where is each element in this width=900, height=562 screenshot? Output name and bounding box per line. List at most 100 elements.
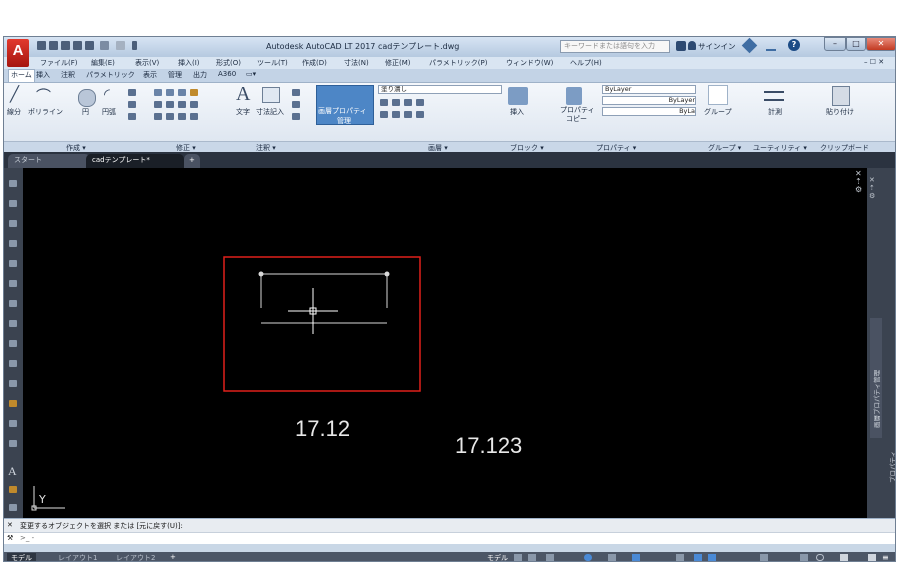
maximize-button[interactable]: □ <box>846 37 866 51</box>
tool-table-icon[interactable] <box>9 504 17 511</box>
tool-hatch-icon[interactable] <box>9 420 17 427</box>
color-dropdown[interactable]: ByLayer <box>602 85 696 94</box>
annotation-icon[interactable] <box>708 554 716 561</box>
status-menu-icon[interactable]: ≡ <box>882 553 889 561</box>
tool-point-icon[interactable] <box>9 400 17 407</box>
active-drawing-tab[interactable]: cadテンプレート* <box>86 154 184 168</box>
minimize-button[interactable]: – <box>824 37 846 51</box>
rectangle-icon[interactable] <box>128 89 136 96</box>
circle-tool-label[interactable]: 円 <box>82 107 89 117</box>
isodraft-icon[interactable] <box>608 554 616 561</box>
menu-edit[interactable]: 編集(E) <box>91 58 115 68</box>
model-tab[interactable]: モデル <box>7 553 36 561</box>
tab-insert[interactable]: 挿入 <box>34 70 52 80</box>
customize-icon[interactable] <box>868 554 876 561</box>
layer-isolate-icon[interactable] <box>392 99 400 106</box>
text-tool-label[interactable]: 文字 <box>236 107 250 117</box>
rotate-icon[interactable] <box>166 89 174 96</box>
help-icon[interactable]: ? <box>788 39 800 51</box>
tool-line-icon[interactable] <box>9 180 17 187</box>
menu-help[interactable]: ヘルプ(H) <box>570 58 602 68</box>
osnap-icon[interactable] <box>632 554 640 561</box>
dimension-grip-left[interactable] <box>258 271 264 277</box>
measure-tool-label[interactable]: 計測 <box>768 107 782 117</box>
lineweight-icon[interactable] <box>676 554 684 561</box>
tab-view[interactable]: 表示 <box>141 70 159 80</box>
palette-controls-icon[interactable]: ✕ ⇡ ⚙ <box>869 176 875 200</box>
menu-format[interactable]: 形式(O) <box>216 58 241 68</box>
close-button[interactable]: ✕ <box>866 37 895 51</box>
circle-icon[interactable] <box>78 89 96 107</box>
menu-parametric[interactable]: パラメトリック(P) <box>429 58 487 68</box>
dimension-grip-right[interactable] <box>384 271 390 277</box>
erase-icon[interactable] <box>190 89 198 96</box>
new-file-icon[interactable] <box>37 41 46 50</box>
binoculars-icon[interactable] <box>676 41 686 51</box>
lineweight-dropdown[interactable]: ByLa <box>602 107 696 116</box>
add-layout-button[interactable]: + <box>170 553 176 561</box>
tool-revcloud-icon[interactable] <box>9 320 17 327</box>
hatch-icon[interactable] <box>128 101 136 108</box>
offset-icon[interactable] <box>190 113 198 120</box>
selected-dimension-text[interactable]: 17.12 <box>295 416 350 442</box>
tab-home[interactable]: ホーム <box>8 69 35 82</box>
dimension-text[interactable]: 17.123 <box>455 433 522 459</box>
quick-access-dropdown-icon[interactable] <box>132 41 137 50</box>
tool-construction-icon[interactable] <box>9 200 17 207</box>
layout2-tab[interactable]: レイアウト2 <box>116 553 155 561</box>
match-properties-icon[interactable] <box>566 87 582 105</box>
stretch-icon[interactable] <box>154 113 162 120</box>
scale-icon[interactable] <box>166 113 174 120</box>
mirror-icon[interactable] <box>166 101 174 108</box>
menu-view[interactable]: 表示(V) <box>135 58 159 68</box>
layer-previous-icon[interactable] <box>392 111 400 118</box>
layer-palette-strip[interactable]: 画層プロパティ管理 <box>870 318 882 438</box>
tab-annotate[interactable]: 注釈 <box>59 70 77 80</box>
exchange-icon[interactable] <box>741 37 758 54</box>
clean-screen-icon[interactable] <box>816 554 824 561</box>
menu-draw[interactable]: 作成(D) <box>302 58 327 68</box>
tool-text-icon[interactable]: A <box>8 464 17 479</box>
tool-circle-icon[interactable] <box>9 300 17 307</box>
start-tab[interactable]: スタート <box>8 154 90 168</box>
save-icon[interactable] <box>61 41 70 50</box>
dimension-icon[interactable] <box>262 87 280 103</box>
group-tool-label[interactable]: グループ <box>704 107 732 117</box>
copy-icon[interactable] <box>154 101 162 108</box>
layer-off-icon[interactable] <box>380 99 388 106</box>
properties-palette-label[interactable]: プロパティ <box>887 413 895 483</box>
dimension-tool-label[interactable]: 寸法記入 <box>256 107 284 117</box>
linetype-dropdown[interactable]: ByLayer <box>602 96 696 105</box>
layer-lock-icon[interactable] <box>416 99 424 106</box>
print-icon[interactable] <box>85 41 94 50</box>
tool-polygon-icon[interactable] <box>9 240 17 247</box>
tool-rectangle-icon[interactable] <box>9 260 17 267</box>
polyline-tool-label[interactable]: ポリライン <box>28 107 63 117</box>
tab-manage[interactable]: 管理 <box>166 70 184 80</box>
layer-merge-icon[interactable] <box>416 111 424 118</box>
layer-match-icon[interactable] <box>380 111 388 118</box>
menu-file[interactable]: ファイル(F) <box>40 58 78 68</box>
tool-arc-icon[interactable] <box>9 280 17 287</box>
tool-block-icon[interactable] <box>9 380 17 387</box>
layout1-tab[interactable]: レイアウト1 <box>58 553 97 561</box>
layer-dropdown[interactable]: 塗り潰し <box>378 85 502 94</box>
model-space-toggle[interactable]: モデル <box>487 553 508 561</box>
undo-icon[interactable] <box>100 41 109 50</box>
move-icon[interactable] <box>154 89 162 96</box>
grid-icon[interactable] <box>514 554 522 561</box>
tool-region-icon[interactable] <box>9 440 17 447</box>
tab-a360[interactable]: A360 <box>216 70 238 78</box>
hardware-accel-icon[interactable] <box>840 554 848 561</box>
measure-icon[interactable] <box>764 91 784 101</box>
save-as-icon[interactable] <box>73 41 82 50</box>
boundary-icon[interactable] <box>128 113 136 120</box>
polyline-icon[interactable]: ⌒ <box>36 85 51 106</box>
line-icon[interactable]: ╱ <box>10 85 19 103</box>
tab-more-icon[interactable]: ▭▾ <box>244 70 258 78</box>
ortho-icon[interactable] <box>546 554 554 561</box>
selection-cycling-icon[interactable] <box>694 554 702 561</box>
tool-add-icon[interactable] <box>9 486 17 493</box>
paste-tool-label[interactable]: 貼り付け <box>826 107 854 117</box>
group-icon[interactable] <box>708 85 728 105</box>
